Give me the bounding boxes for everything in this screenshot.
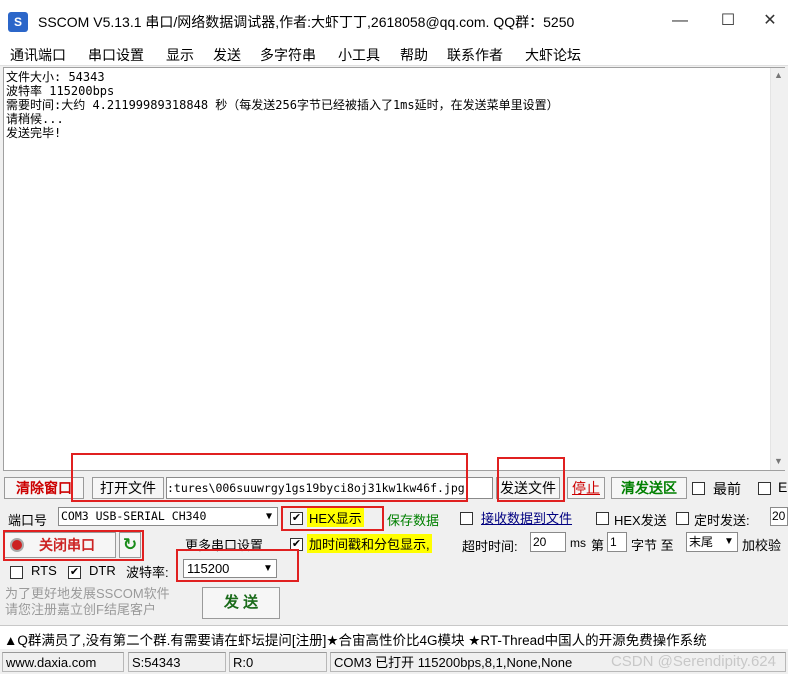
maximize-button[interactable]: ☐: [712, 8, 744, 34]
close-button[interactable]: ✕: [754, 8, 786, 34]
check-mark-icon: ✔: [69, 566, 80, 578]
chevron-down-icon[interactable]: ▼: [721, 533, 737, 551]
rts-label: RTS: [31, 563, 57, 578]
receive-text: 文件大小: 54343 波特率 115200bps 需要时间:大约 4.211999…: [6, 70, 559, 140]
timed-send-input[interactable]: 20: [770, 507, 788, 526]
timed-send-checkbox[interactable]: [676, 512, 689, 525]
status-received-count: R:0: [229, 652, 327, 672]
tail-select[interactable]: 末尾 ▼: [686, 532, 738, 552]
receive-line: 发送完毕!: [6, 126, 62, 140]
timeout-input[interactable]: 20: [530, 532, 566, 552]
receive-line: 波特率 115200bps: [6, 84, 115, 98]
checksum-label[interactable]: 加校验: [742, 535, 788, 554]
menu-display[interactable]: 显示: [166, 45, 194, 65]
menu-help[interactable]: 帮助: [400, 45, 428, 65]
menu-multi-string[interactable]: 多字符串: [260, 45, 316, 65]
status-sent-count: S:54343: [128, 652, 226, 672]
app-icon: S: [8, 12, 28, 32]
baud-label: 波特率:: [126, 565, 169, 580]
timed-send-label: 定时发送:: [694, 513, 750, 528]
clear-send-area-button[interactable]: 清发送区: [611, 477, 687, 499]
send-button[interactable]: 发 送: [202, 587, 280, 619]
menu-bar: 通讯端口 串口设置 显示 发送 多字符串 小工具 帮助 联系作者 大虾论坛: [0, 42, 788, 66]
nth-label: 第: [591, 538, 605, 553]
timeout-unit: ms: [570, 536, 586, 550]
annotation-box: [71, 453, 468, 502]
annotation-box: [3, 530, 144, 561]
annotation-box: [281, 506, 384, 531]
menu-tools[interactable]: 小工具: [338, 45, 380, 65]
annotation-box: [176, 549, 299, 582]
menu-forum[interactable]: 大虾论坛: [525, 45, 581, 65]
save-data-button[interactable]: 保存数据: [387, 510, 439, 529]
recv-to-file-checkbox[interactable]: [460, 512, 473, 525]
hex-send-checkbox[interactable]: [596, 512, 609, 525]
promo-line: 请您注册嘉立创F结尾客户: [5, 602, 156, 617]
status-website[interactable]: www.daxia.com: [2, 652, 124, 672]
recv-to-file-label[interactable]: 接收数据到文件: [481, 508, 572, 527]
marquee-text: ▲Q群满员了,没有第二个群.有需要请在虾坛提问[注册]★合宙高性价比4G模块 ★…: [4, 633, 707, 648]
scroll-up-icon[interactable]: ▲: [771, 70, 786, 80]
receive-area[interactable]: 文件大小: 54343 波特率 115200bps 需要时间:大约 4.211999…: [3, 67, 785, 471]
annotation-box: [497, 457, 565, 502]
port-value: COM3 USB-SERIAL CH340: [61, 509, 207, 523]
receive-line: 文件大小: 54343: [6, 70, 105, 84]
stop-button[interactable]: 停止: [567, 477, 605, 499]
topmost-checkbox[interactable]: [692, 482, 705, 495]
port-select[interactable]: COM3 USB-SERIAL CH340 ▼: [58, 507, 278, 526]
rts-checkbox[interactable]: [10, 566, 23, 579]
port-label: 端口号: [8, 513, 48, 528]
receive-line: 需要时间:大约 4.21199989318848 秒（每发送256字节已经被插入…: [6, 98, 559, 112]
watermark: CSDN @Serendipity.624: [610, 653, 776, 670]
dtr-checkbox[interactable]: ✔: [68, 566, 81, 579]
byte-to-label: 字节 至: [631, 538, 674, 553]
scroll-down-icon[interactable]: ▼: [771, 456, 786, 466]
dtr-label: DTR: [89, 563, 116, 578]
menu-serial-settings[interactable]: 串口设置: [88, 45, 144, 65]
promo-text[interactable]: 为了更好地发展SSCOM软件 请您注册嘉立创F结尾客户: [5, 586, 170, 618]
status-bar: www.daxia.com S:54343 R:0 COM3 已打开 11520…: [0, 651, 788, 674]
menu-send[interactable]: 发送: [213, 45, 241, 65]
nth-byte-input[interactable]: 1: [607, 532, 627, 552]
menu-comm-port[interactable]: 通讯端口: [10, 45, 66, 65]
english-checkbox[interactable]: [758, 482, 771, 495]
menu-contact-author[interactable]: 联系作者: [447, 45, 503, 65]
timeout-label: 超时时间:: [462, 539, 518, 554]
marquee-bar[interactable]: ▲Q群满员了,没有第二个群.有需要请在虾坛提问[注册]★合宙高性价比4G模块 ★…: [0, 625, 788, 649]
receive-line: 请稍候...: [6, 112, 64, 126]
minimize-button[interactable]: —: [664, 8, 696, 34]
tail-value: 末尾: [689, 535, 714, 549]
window-title: SSCOM V5.13.1 串口/网络数据调试器,作者:大虾丁丁,2618058…: [38, 14, 575, 30]
title-bar: S SSCOM V5.13.1 串口/网络数据调试器,作者:大虾丁丁,26180…: [0, 0, 788, 42]
topmost-label: 最前: [713, 481, 741, 497]
timestamp-label: 加时间戳和分包显示,: [307, 534, 432, 553]
chevron-down-icon[interactable]: ▼: [261, 508, 277, 525]
promo-line: 为了更好地发展SSCOM软件: [5, 586, 170, 601]
vertical-scrollbar[interactable]: ▲ ▼: [770, 68, 785, 470]
hex-send-label: HEX发送: [614, 513, 667, 528]
english-label: E: [778, 479, 788, 495]
